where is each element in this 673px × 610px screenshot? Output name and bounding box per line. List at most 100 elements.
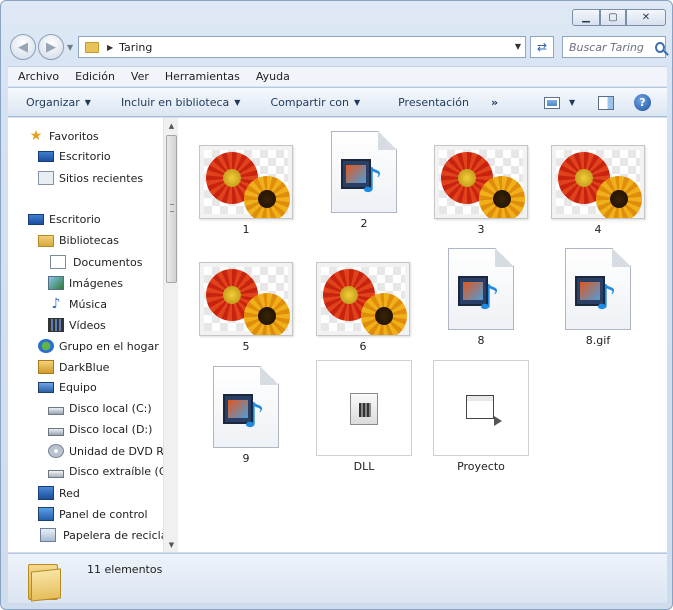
nav-item-desktop-favorite[interactable]: Escritorio [38, 150, 111, 163]
address-bar[interactable]: ▶ Taring ▼ [78, 36, 526, 58]
file-item[interactable]: Proyecto [431, 360, 531, 473]
scroll-down-icon[interactable]: ▼ [164, 537, 179, 552]
user-folder-icon [38, 360, 54, 374]
include-in-library-button[interactable]: Incluir en biblioteca ▼ [121, 96, 241, 109]
help-icon[interactable]: ? [634, 94, 651, 111]
explorer-window: ▁ ▢ ✕ ◀ ▶ ▼ ▶ Taring ▼ ⇄ Archivo Edición… [0, 0, 673, 610]
media-file-icon: ♪ [448, 248, 514, 330]
nav-scrollbar[interactable]: ▲ ▼ [163, 118, 178, 552]
more-commands-button[interactable]: » [491, 96, 498, 109]
nav-item-desktop[interactable]: Escritorio [28, 213, 101, 226]
file-item[interactable]: ♪ 2 [314, 131, 414, 230]
star-icon: ★ [29, 128, 43, 144]
recent-places-icon [38, 171, 54, 185]
file-item[interactable]: ♪ 9 [196, 366, 296, 465]
breadcrumb-chevron-icon[interactable]: ▶ [107, 43, 113, 52]
minimize-button[interactable]: ▁ [572, 9, 600, 26]
folder-icon [85, 41, 99, 53]
grip-icon [170, 204, 174, 212]
close-button[interactable]: ✕ [626, 9, 666, 26]
file-item[interactable]: DLL [314, 360, 414, 473]
file-name: Proyecto [457, 460, 505, 473]
documents-icon [50, 255, 66, 269]
maximize-button[interactable]: ▢ [600, 9, 626, 26]
menu-edit[interactable]: Edición [65, 70, 121, 83]
folder-icon [28, 560, 62, 602]
change-view-icon[interactable] [544, 97, 560, 109]
file-item[interactable]: ♪ 8 [431, 248, 531, 347]
dropdown-arrow-icon: ▼ [84, 97, 91, 107]
search-icon[interactable] [655, 41, 665, 53]
menu-help[interactable]: Ayuda [246, 70, 296, 83]
caption-buttons: ▁ ▢ ✕ [572, 9, 666, 26]
nav-item-pictures[interactable]: Imágenes [48, 276, 123, 290]
address-dropdown-icon[interactable]: ▼ [515, 42, 521, 51]
nav-label: Papelera de reciclaj [63, 528, 171, 542]
nav-label: Documentos [73, 255, 143, 269]
refresh-button[interactable]: ⇄ [530, 36, 554, 58]
nav-item-removable[interactable]: Disco extraíble (G [48, 465, 167, 478]
nav-item-network[interactable]: Red [38, 486, 80, 500]
file-item[interactable]: 6 [313, 262, 413, 353]
include-label: Incluir en biblioteca [120, 95, 230, 109]
nav-item-darkblue[interactable]: DarkBlue [38, 360, 109, 374]
file-name: 1 [242, 223, 250, 236]
share-with-button[interactable]: Compartir con ▼ [270, 96, 360, 109]
breadcrumb-item[interactable]: Taring [119, 41, 152, 54]
nav-label: Favoritos [49, 129, 99, 143]
nav-item-dvd[interactable]: Unidad de DVD RW [48, 444, 174, 458]
media-file-icon: ♪ [565, 248, 631, 330]
scroll-up-icon[interactable]: ▲ [164, 118, 179, 133]
nav-label: Red [59, 486, 80, 500]
recent-pages-dropdown[interactable]: ▼ [67, 43, 73, 52]
nav-item-music[interactable]: ♪ Música [48, 297, 108, 311]
recycle-bin-icon [40, 528, 56, 542]
nav-label: Grupo en el hogar [59, 339, 159, 353]
local-disk-icon [48, 406, 64, 415]
organize-button[interactable]: Organizar ▼ [26, 96, 91, 109]
nav-item-homegroup[interactable]: Grupo en el hogar [38, 339, 159, 353]
search-input[interactable] [569, 40, 653, 54]
nav-item-documents[interactable]: Documentos [48, 255, 142, 269]
project-shortcut-icon [466, 395, 502, 426]
refresh-icon: ⇄ [536, 40, 548, 54]
back-button[interactable]: ◀ [10, 34, 36, 60]
view-options-dropdown-icon[interactable]: ▼ [569, 98, 575, 107]
folder-thumbnail [433, 360, 529, 456]
nav-label: DarkBlue [59, 360, 110, 374]
file-item[interactable]: 3 [431, 145, 531, 236]
slideshow-button[interactable]: Presentación [398, 96, 469, 109]
media-file-icon: ♪ [213, 366, 279, 448]
nav-item-recycle-bin[interactable]: Papelera de reciclaj [38, 528, 171, 542]
preview-pane-icon[interactable] [598, 96, 614, 110]
file-name: DLL [353, 460, 375, 473]
nav-item-libraries[interactable]: Bibliotecas [38, 234, 119, 247]
file-name: 9 [242, 452, 250, 465]
menu-view[interactable]: Ver [121, 70, 155, 83]
file-item[interactable]: 1 [196, 145, 296, 236]
nav-item-videos[interactable]: Vídeos [48, 318, 106, 332]
slideshow-label: Presentación [398, 95, 469, 109]
nav-item-disk-c[interactable]: Disco local (C:) [48, 402, 152, 415]
nav-item-disk-d[interactable]: Disco local (D:) [48, 423, 152, 436]
dropdown-arrow-icon: ▼ [234, 97, 241, 107]
organize-label: Organizar [26, 95, 80, 109]
computer-icon [38, 382, 54, 393]
file-item[interactable]: 5 [196, 262, 296, 353]
nav-item-recent-places[interactable]: Sitios recientes [38, 171, 143, 185]
search-box[interactable] [562, 36, 666, 58]
file-item[interactable]: ♪ 8.gif [548, 248, 648, 347]
nav-item-favorites[interactable]: ★ Favoritos [28, 129, 99, 143]
nav-label: Unidad de DVD RW [69, 444, 175, 458]
scrollbar-thumb[interactable] [166, 135, 177, 283]
file-item[interactable]: 4 [548, 145, 648, 236]
nav-label: Escritorio [49, 213, 101, 226]
nav-label: Vídeos [69, 318, 106, 332]
nav-item-computer[interactable]: Equipo [38, 381, 97, 394]
menu-file[interactable]: Archivo [8, 70, 65, 83]
nav-item-control-panel[interactable]: Panel de control [38, 507, 148, 521]
pictures-icon [48, 276, 64, 290]
menu-tools[interactable]: Herramientas [155, 70, 246, 83]
forward-button[interactable]: ▶ [38, 34, 64, 60]
file-name: 4 [594, 223, 602, 236]
